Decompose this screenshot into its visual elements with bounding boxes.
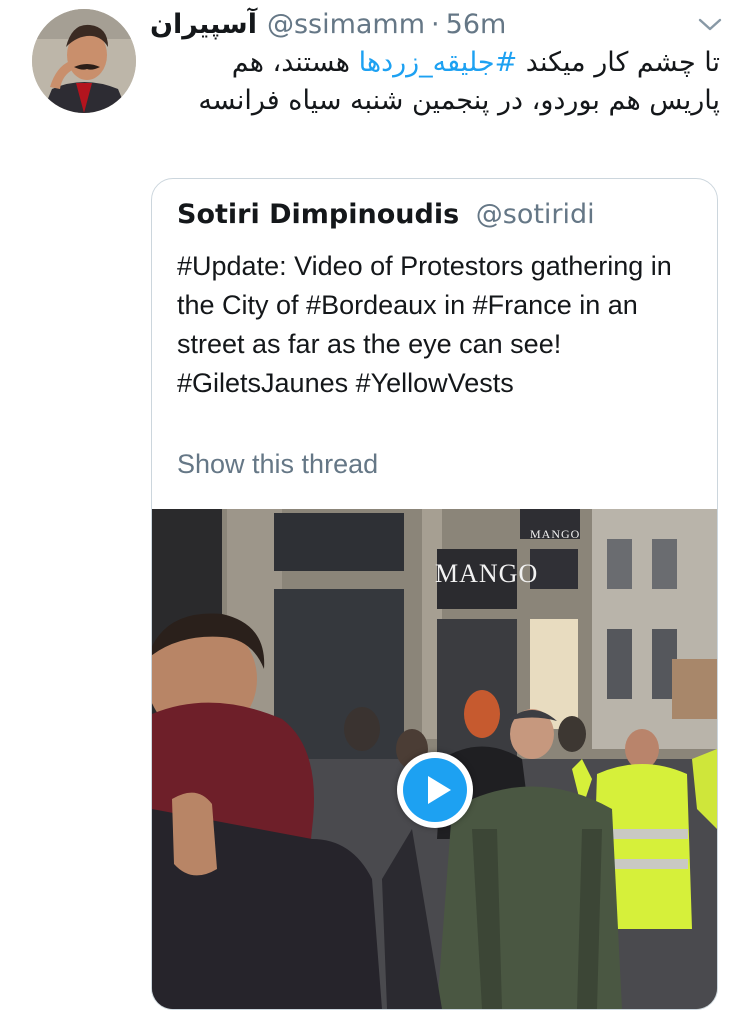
avatar-image — [32, 9, 136, 113]
avatar[interactable] — [32, 9, 136, 113]
show-thread-link[interactable]: Show this thread — [177, 449, 378, 480]
tweet-text: تا چشم کار میکند #جلیقه_زردها هستند، هم … — [160, 44, 720, 120]
play-button[interactable] — [397, 752, 473, 828]
quoted-tweet-header: Sotiri Dimpinoudis @sotiridi — [177, 199, 595, 230]
play-icon — [428, 776, 451, 804]
tweet[interactable]: آسپیران @ssimamm · 56m تا چشم کار میکند … — [0, 0, 750, 1010]
quoted-display-name: Sotiri Dimpinoudis — [177, 199, 460, 230]
quoted-tweet-text: #Update: Video of Protestors gathering i… — [177, 251, 672, 398]
video-thumbnail[interactable]: MANGO MANGO — [152, 509, 717, 1009]
quoted-tweet[interactable]: Sotiri Dimpinoudis @sotiridi #Update: Vi… — [151, 178, 718, 1010]
store-sign-small: MANGO — [530, 527, 581, 541]
tweet-timestamp[interactable]: 56m — [446, 9, 507, 40]
play-button-circle — [403, 758, 467, 822]
display-name[interactable]: آسپیران — [150, 9, 257, 40]
quoted-user-handle: @sotiridi — [475, 199, 595, 230]
tweet-header: آسپیران @ssimamm · 56m — [150, 6, 506, 42]
hashtag-link[interactable]: #جلیقه_زردها — [359, 47, 518, 78]
chevron-down-icon[interactable] — [695, 12, 725, 36]
store-sign: MANGO — [435, 559, 539, 588]
user-handle[interactable]: @ssimamm — [267, 9, 425, 40]
separator-dot: · — [431, 8, 440, 40]
tweet-text-part1: تا چشم کار میکند — [517, 47, 720, 78]
